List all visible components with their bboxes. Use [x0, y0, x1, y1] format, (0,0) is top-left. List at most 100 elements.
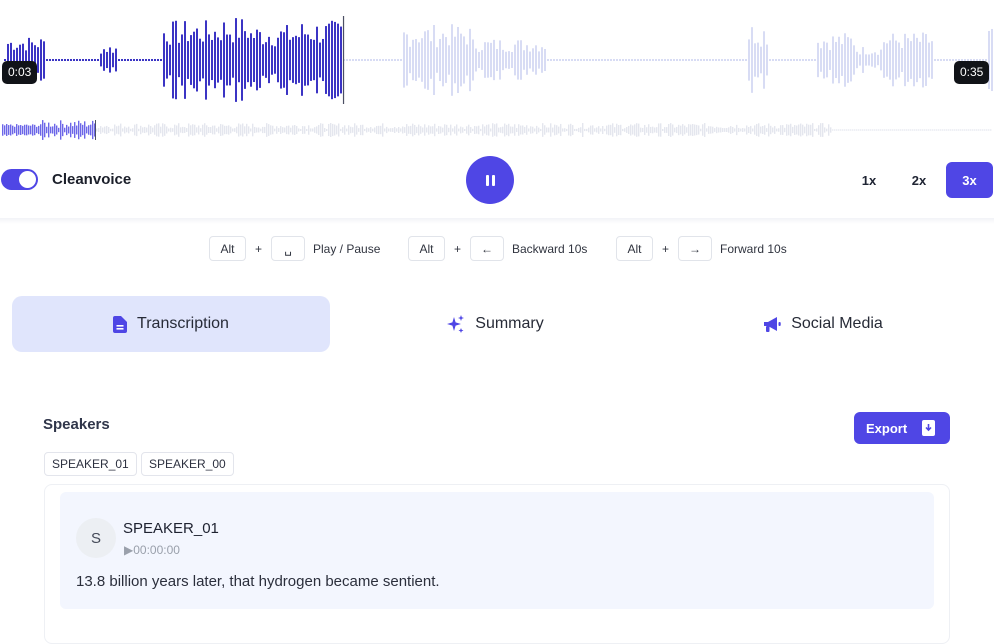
minimap-bar [848, 129, 850, 131]
speed-2x-button[interactable]: 2x [900, 162, 938, 198]
minimap-bar [266, 123, 268, 137]
waveform-bar [952, 59, 954, 61]
minimap-bar [506, 124, 508, 136]
waveform-bar [142, 59, 144, 61]
waveform-bar [61, 59, 63, 61]
minimap-bar [182, 126, 184, 134]
waveform-bar [148, 59, 150, 61]
minimap-bar [400, 128, 402, 132]
tab-transcription[interactable]: Transcription [12, 296, 330, 352]
minimap-bar [604, 128, 606, 132]
minimap-bar [782, 125, 784, 135]
waveform-bar [547, 59, 549, 61]
waveform-bar [388, 59, 390, 61]
minimap-bar [830, 127, 832, 133]
speed-1x-button[interactable]: 1x [850, 162, 888, 198]
minimap-bar [258, 127, 260, 133]
segment-text: 13.8 billion years later, that hydrogen … [76, 573, 440, 590]
minimap-bar [10, 124, 12, 136]
waveform-bar [424, 31, 426, 89]
minimap-bar [464, 128, 466, 132]
speed-3x-button[interactable]: 3x [946, 162, 993, 198]
minimap-bar [798, 124, 800, 136]
minimap-bar [446, 124, 448, 136]
segment-timestamp[interactable]: ▶00:00:00 [124, 543, 180, 557]
minimap-bar [406, 124, 408, 136]
waveform-bar [682, 59, 684, 61]
minimap-bar [366, 127, 368, 133]
minimap-bar [40, 124, 42, 136]
minimap-bar [24, 124, 26, 136]
minimap-bar [22, 125, 24, 135]
transcript-segment[interactable]: S SPEAKER_01 ▶00:00:00 13.8 billion year… [60, 492, 934, 609]
minimap-bar [800, 123, 802, 137]
waveform-bar [694, 59, 696, 61]
speaker-chip[interactable]: SPEAKER_01 [44, 452, 137, 476]
minimap-bar [862, 129, 864, 131]
waveform-bar [889, 40, 891, 80]
waveform-bar [514, 44, 516, 76]
waveform-bar [883, 42, 885, 78]
minimap-bar [924, 129, 926, 131]
waveform-bar [466, 44, 468, 76]
minimap-bar [152, 127, 154, 133]
minimap-bar [850, 129, 852, 131]
waveform-bar [943, 59, 945, 61]
minimap-bar [732, 126, 734, 134]
minimap-bar [662, 128, 664, 132]
waveform-bar [220, 40, 222, 80]
minimap-bar [428, 125, 430, 135]
minimap-bar [966, 129, 968, 131]
export-button[interactable]: Export [854, 412, 950, 444]
minimap-bar [676, 126, 678, 134]
waveform-bar [313, 39, 315, 81]
minimap-bar [166, 126, 168, 134]
waveform-bar [634, 59, 636, 61]
minimap-bar [454, 126, 456, 134]
waveform-bar [838, 36, 840, 84]
waveform-bar [580, 59, 582, 61]
tab-summary[interactable]: Summary [336, 296, 654, 352]
minimap-bar [214, 125, 216, 135]
minimap-bar [846, 129, 848, 131]
waveform-bar [169, 44, 171, 76]
waveform-bar [652, 59, 654, 61]
waveform-bar [637, 59, 639, 61]
waveform-bar [376, 59, 378, 61]
minimap-bar [368, 128, 370, 132]
minimap-bar [884, 129, 886, 131]
waveform-bar [187, 41, 189, 79]
segment-speaker-name: SPEAKER_01 [123, 520, 219, 537]
waveform-bar [67, 59, 69, 61]
minimap-bar [980, 129, 982, 131]
cleanvoice-toggle[interactable] [1, 169, 38, 190]
waveform-bar [940, 59, 942, 61]
waveform-bar [616, 59, 618, 61]
minimap-bar [672, 124, 674, 136]
minimap-bar [136, 123, 138, 137]
minimap-bar [504, 123, 506, 137]
minimap-bar [660, 123, 662, 137]
speaker-chip[interactable]: SPEAKER_00 [141, 452, 234, 476]
waveform-bar [214, 31, 216, 89]
minimap-bar [642, 127, 644, 133]
tab-social-media[interactable]: Social Media [664, 296, 982, 352]
waveform-bar [814, 59, 816, 61]
minimap-bar [822, 123, 824, 137]
minimap-bar [664, 127, 666, 133]
minimap-bar [422, 127, 424, 133]
waveform-bar [541, 47, 543, 73]
minimap-bar [126, 127, 128, 133]
minimap-bar [968, 129, 970, 131]
minimap-bar [462, 127, 464, 133]
minimap-bar [52, 126, 54, 134]
waveform-bar [742, 59, 744, 61]
waveform-minimap[interactable] [0, 114, 994, 146]
pause-button[interactable] [466, 156, 514, 204]
waveform[interactable] [0, 0, 994, 106]
minimap-bar [772, 127, 774, 133]
minimap-bar [470, 127, 472, 133]
waveform-bar [562, 59, 564, 61]
minimap-bar [742, 128, 744, 132]
waveform-bar [352, 59, 354, 61]
